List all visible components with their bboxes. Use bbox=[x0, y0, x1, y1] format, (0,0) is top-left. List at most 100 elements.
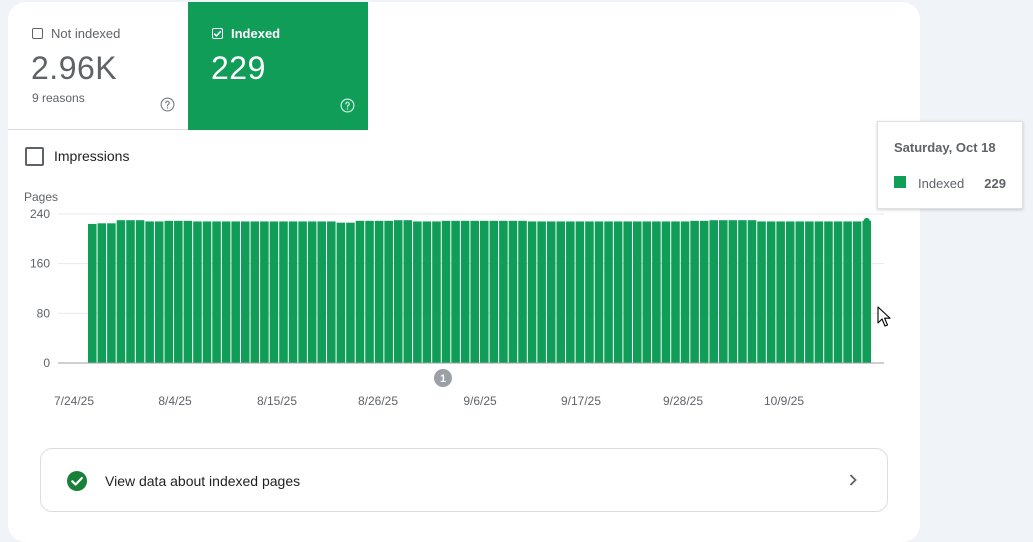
view-indexed-pages-label: View data about indexed pages bbox=[105, 473, 301, 489]
indexed-tile[interactable]: Indexed 229 bbox=[188, 2, 368, 130]
bar[interactable] bbox=[135, 220, 145, 363]
bar[interactable] bbox=[193, 221, 202, 363]
bar[interactable] bbox=[824, 221, 833, 363]
bar[interactable] bbox=[814, 221, 824, 363]
bar[interactable] bbox=[336, 222, 346, 363]
bar[interactable] bbox=[212, 221, 221, 363]
not-indexed-checkbox[interactable] bbox=[32, 28, 43, 39]
bar[interactable] bbox=[508, 220, 518, 363]
bar[interactable] bbox=[327, 221, 336, 363]
bar[interactable] bbox=[661, 221, 671, 363]
bar[interactable] bbox=[202, 221, 212, 363]
bar[interactable] bbox=[795, 221, 805, 363]
bar[interactable] bbox=[671, 221, 680, 363]
bar[interactable] bbox=[403, 220, 413, 363]
bar[interactable] bbox=[728, 220, 738, 363]
bar[interactable] bbox=[546, 221, 556, 363]
bar[interactable] bbox=[365, 220, 374, 363]
bar[interactable] bbox=[776, 221, 785, 363]
bar[interactable] bbox=[97, 223, 107, 363]
bar[interactable] bbox=[757, 221, 766, 363]
bar[interactable] bbox=[145, 221, 154, 363]
bar[interactable] bbox=[632, 221, 642, 363]
bar[interactable] bbox=[231, 221, 240, 363]
tooltip-series-value: 229 bbox=[984, 176, 1006, 191]
bar[interactable] bbox=[183, 220, 193, 363]
y-tick-label: 80 bbox=[37, 306, 51, 320]
bar[interactable] bbox=[489, 220, 499, 363]
bar[interactable] bbox=[594, 221, 604, 363]
bar[interactable] bbox=[240, 221, 250, 363]
bar[interactable] bbox=[642, 221, 652, 363]
bar[interactable] bbox=[766, 221, 776, 363]
indexed-checkbox[interactable] bbox=[212, 28, 223, 39]
bar[interactable] bbox=[852, 221, 862, 363]
bar[interactable] bbox=[288, 221, 298, 363]
bar[interactable] bbox=[126, 220, 135, 363]
bar[interactable] bbox=[432, 221, 441, 363]
bar[interactable] bbox=[107, 223, 116, 363]
help-icon[interactable] bbox=[160, 97, 175, 117]
chevron-right-icon bbox=[847, 473, 859, 492]
bar[interactable] bbox=[451, 220, 460, 363]
bar[interactable] bbox=[480, 220, 489, 363]
impressions-checkbox[interactable] bbox=[25, 147, 44, 166]
bar[interactable] bbox=[556, 221, 566, 363]
bar[interactable] bbox=[441, 220, 451, 363]
bar[interactable] bbox=[174, 220, 183, 363]
bar[interactable] bbox=[719, 220, 728, 363]
bar[interactable] bbox=[460, 220, 470, 363]
bar[interactable] bbox=[269, 221, 279, 363]
bar[interactable] bbox=[585, 221, 594, 363]
bar[interactable] bbox=[613, 221, 623, 363]
x-tick-label: 9/6/25 bbox=[463, 394, 497, 408]
bar[interactable] bbox=[279, 221, 288, 363]
bar[interactable] bbox=[374, 220, 384, 363]
bar[interactable] bbox=[862, 220, 871, 363]
bar[interactable] bbox=[575, 221, 585, 363]
bar[interactable] bbox=[652, 221, 661, 363]
check-circle-icon bbox=[66, 470, 88, 497]
bar[interactable] bbox=[260, 221, 269, 363]
bar[interactable] bbox=[384, 220, 393, 363]
bar[interactable] bbox=[346, 222, 355, 363]
bar[interactable] bbox=[785, 221, 795, 363]
bar[interactable] bbox=[690, 220, 699, 363]
not-indexed-tile[interactable]: Not indexed 2.96K 9 reasons bbox=[8, 2, 188, 130]
bar[interactable] bbox=[604, 221, 613, 363]
bar[interactable] bbox=[805, 221, 814, 363]
bar[interactable] bbox=[221, 221, 231, 363]
bar[interactable] bbox=[317, 221, 327, 363]
bar[interactable] bbox=[623, 221, 632, 363]
bar[interactable] bbox=[537, 221, 546, 363]
impressions-label: Impressions bbox=[54, 148, 130, 164]
bar[interactable] bbox=[413, 221, 422, 363]
bar[interactable] bbox=[747, 220, 757, 363]
bar[interactable] bbox=[843, 221, 852, 363]
bar[interactable] bbox=[164, 220, 174, 363]
bar[interactable] bbox=[393, 220, 403, 363]
view-indexed-pages-link[interactable]: View data about indexed pages bbox=[40, 448, 888, 512]
bar[interactable] bbox=[422, 221, 432, 363]
bar[interactable] bbox=[116, 220, 126, 363]
bar[interactable] bbox=[250, 221, 260, 363]
bar[interactable] bbox=[566, 221, 575, 363]
bar-series-indexed[interactable] bbox=[88, 217, 871, 363]
bar[interactable] bbox=[699, 220, 709, 363]
bar[interactable] bbox=[470, 220, 479, 363]
y-tick-label: 0 bbox=[43, 356, 50, 370]
bar[interactable] bbox=[709, 220, 719, 363]
bar[interactable] bbox=[154, 221, 164, 363]
bar[interactable] bbox=[518, 220, 527, 363]
annotation-marker[interactable]: 1 bbox=[434, 369, 452, 387]
bar[interactable] bbox=[307, 221, 317, 363]
bar[interactable] bbox=[680, 221, 690, 363]
bar[interactable] bbox=[833, 221, 843, 363]
bar[interactable] bbox=[88, 223, 97, 363]
bar[interactable] bbox=[499, 220, 508, 363]
bar[interactable] bbox=[527, 221, 537, 363]
bar[interactable] bbox=[298, 221, 307, 363]
bar[interactable] bbox=[738, 220, 747, 363]
help-icon[interactable] bbox=[340, 98, 355, 118]
bar[interactable] bbox=[355, 220, 365, 363]
